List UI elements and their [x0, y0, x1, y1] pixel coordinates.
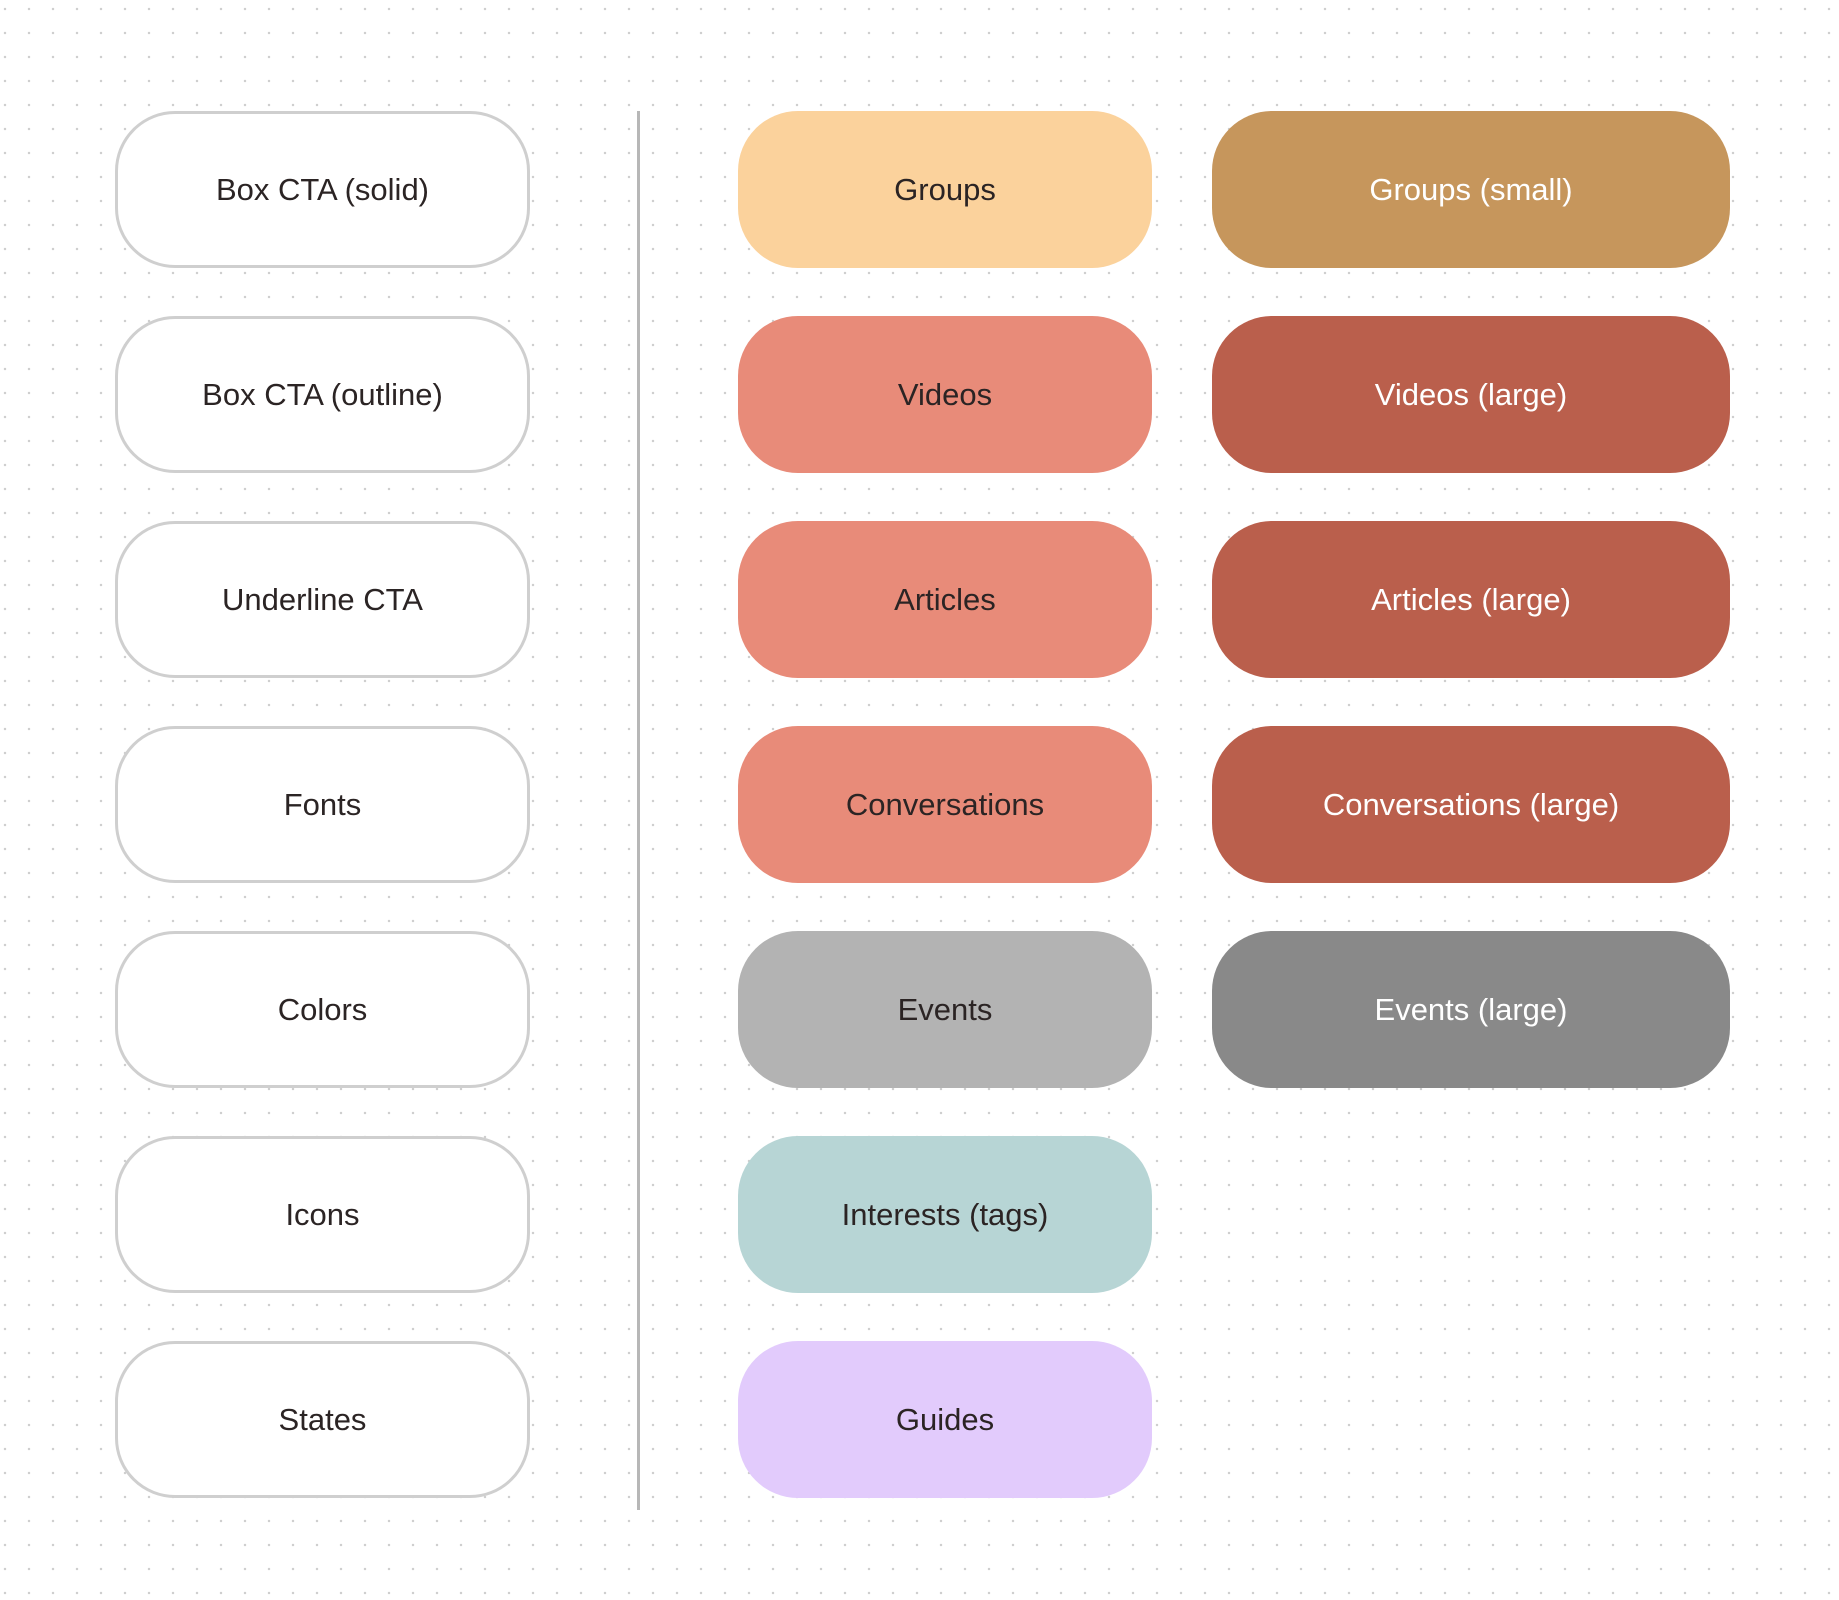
node-colors[interactable]: Colors — [115, 931, 530, 1088]
node-fonts[interactable]: Fonts — [115, 726, 530, 883]
column-divider — [637, 111, 640, 1510]
node-articles[interactable]: Articles — [738, 521, 1152, 678]
node-conversations[interactable]: Conversations — [738, 726, 1152, 883]
node-videos-large[interactable]: Videos (large) — [1212, 316, 1730, 473]
node-videos[interactable]: Videos — [738, 316, 1152, 473]
node-interests-tags[interactable]: Interests (tags) — [738, 1136, 1152, 1293]
node-articles-large[interactable]: Articles (large) — [1212, 521, 1730, 678]
node-icons[interactable]: Icons — [115, 1136, 530, 1293]
node-conversations-large[interactable]: Conversations (large) — [1212, 726, 1730, 883]
node-guides[interactable]: Guides — [738, 1341, 1152, 1498]
node-events-large[interactable]: Events (large) — [1212, 931, 1730, 1088]
node-groups[interactable]: Groups — [738, 111, 1152, 268]
node-box-cta-outline[interactable]: Box CTA (outline) — [115, 316, 530, 473]
node-underline-cta[interactable]: Underline CTA — [115, 521, 530, 678]
node-groups-small[interactable]: Groups (small) — [1212, 111, 1730, 268]
node-box-cta-solid[interactable]: Box CTA (solid) — [115, 111, 530, 268]
node-events[interactable]: Events — [738, 931, 1152, 1088]
node-states[interactable]: States — [115, 1341, 530, 1498]
